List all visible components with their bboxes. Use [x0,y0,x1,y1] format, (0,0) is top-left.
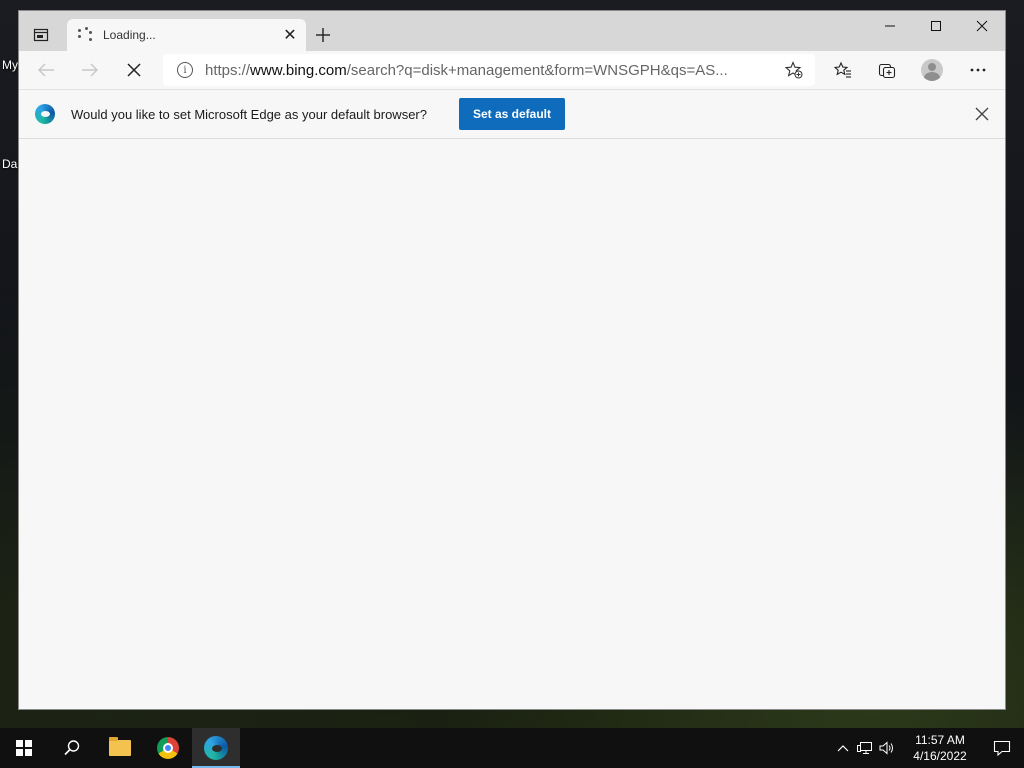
clock-time: 11:57 AM [915,733,965,747]
edge-icon [204,736,228,760]
site-info-icon[interactable]: i [177,62,193,78]
browser-window: Loading... ✕ i https://www.bing.com/sear… [18,10,1006,710]
infobar-message: Would you like to set Microsoft Edge as … [71,106,427,122]
action-center-button[interactable] [980,728,1024,768]
taskbar-file-explorer[interactable] [96,728,144,768]
forward-arrow-icon [82,63,98,77]
chrome-icon [157,737,179,759]
tab-actions-button[interactable] [27,21,55,49]
add-favorite-button[interactable] [779,55,809,85]
collections-button[interactable] [872,55,902,85]
tab-title: Loading... [103,28,156,42]
favorites-button[interactable] [828,55,858,85]
show-hidden-icons-button[interactable] [832,728,854,768]
default-browser-infobar: Would you like to set Microsoft Edge as … [19,89,1005,139]
settings-more-button[interactable] [963,55,993,85]
desktop-icon-label[interactable]: Da [2,157,17,171]
avatar [921,59,943,81]
stop-loading-button[interactable] [119,55,149,85]
new-tab-button[interactable] [311,23,335,47]
network-icon [857,742,872,754]
clock-date: 4/16/2022 [913,749,967,763]
folder-icon [109,737,131,756]
tab-active[interactable]: Loading... ✕ [67,19,306,51]
network-button[interactable] [854,728,876,768]
favorites-icon [834,61,851,78]
back-arrow-icon [38,63,54,77]
collections-icon [878,63,896,79]
search-icon [64,740,80,756]
loading-spinner-icon [77,27,93,43]
set-as-default-button[interactable]: Set as default [459,98,565,130]
forward-button[interactable] [75,55,105,85]
profile-button[interactable] [917,55,947,85]
taskbar: 11:57 AM 4/16/2022 [0,728,1024,768]
tab-actions-icon [33,28,49,42]
minimize-icon [885,25,895,27]
plus-icon [316,28,330,42]
desktop-icon-label[interactable]: My [2,58,18,72]
url-text[interactable]: https://www.bing.com/search?q=disk+manag… [205,62,779,79]
taskbar-edge[interactable] [192,728,240,768]
clock[interactable]: 11:57 AM 4/16/2022 [904,732,976,764]
edge-logo-icon [35,104,55,124]
tab-close-icon[interactable]: ✕ [280,25,300,45]
close-icon [976,20,988,32]
close-icon [975,107,989,121]
chevron-up-icon [837,745,849,752]
close-button[interactable] [959,11,1005,41]
system-tray: 11:57 AM 4/16/2022 [832,728,1024,768]
speaker-icon [879,741,893,755]
windows-logo-icon [16,740,32,756]
maximize-icon [931,21,941,31]
address-bar[interactable]: i https://www.bing.com/search?q=disk+man… [163,54,815,86]
url-path: /search?q=disk+management&form=WNSGPH&qs… [346,61,728,79]
minimize-button[interactable] [867,11,913,41]
star-add-icon [785,61,803,79]
maximize-button[interactable] [913,11,959,41]
taskbar-chrome[interactable] [144,728,192,768]
notification-icon [993,740,1011,756]
back-button[interactable] [31,55,61,85]
page-content-area[interactable] [19,140,1005,709]
search-button[interactable] [48,728,96,768]
start-button[interactable] [0,728,48,768]
more-dots-icon [970,68,986,72]
toolbar: i https://www.bing.com/search?q=disk+man… [19,51,1005,89]
infobar-close-button[interactable] [973,105,991,123]
stop-icon [127,63,141,77]
url-host: www.bing.com [250,61,347,79]
url-scheme: https:// [205,61,251,79]
window-controls [867,11,1005,41]
volume-button[interactable] [876,728,898,768]
tab-strip: Loading... ✕ [19,11,1005,51]
